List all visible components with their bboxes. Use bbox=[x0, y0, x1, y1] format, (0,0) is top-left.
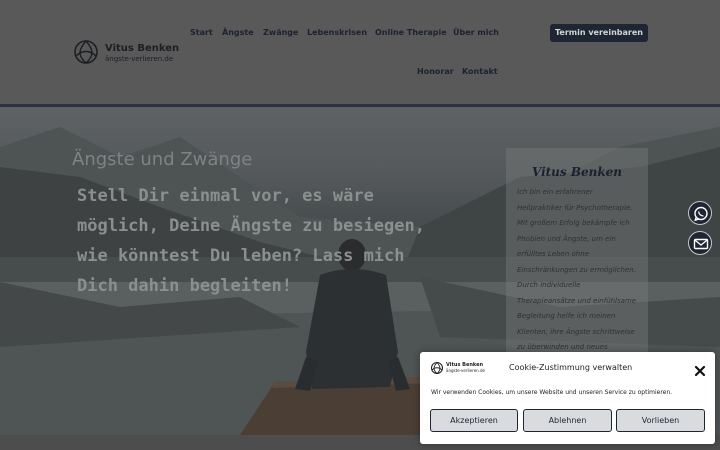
cookie-title: Cookie-Zustimmung verwalten bbox=[509, 363, 633, 372]
whatsapp-button[interactable] bbox=[688, 201, 712, 225]
bio-name: Vitus Benken bbox=[531, 165, 623, 179]
logo-name: Vitus Benken bbox=[105, 43, 180, 54]
bio-text: Ich bin ein erfahrener Heilpraktiker für… bbox=[517, 188, 637, 351]
accept-cookies-button[interactable]: Akzeptieren bbox=[430, 409, 518, 432]
nav-honorar[interactable]: Honorar bbox=[417, 67, 454, 76]
logo-domain: ängste-verlieren.de bbox=[105, 55, 174, 63]
site-header: Vitus Benken ängste-verlieren.de Start Ä… bbox=[0, 0, 720, 104]
close-button[interactable] bbox=[694, 362, 706, 377]
nav-ueber-mich[interactable]: Über mich bbox=[453, 28, 499, 37]
logo-knot-icon bbox=[431, 361, 443, 375]
cookie-consent-banner: Vitus Benken ängste-verlieren.de Cookie-… bbox=[420, 352, 715, 444]
nav-lebenskrisen[interactable]: Lebenskrisen bbox=[307, 28, 367, 37]
cookie-logo-domain: ängste-verlieren.de bbox=[446, 368, 485, 373]
email-button[interactable] bbox=[688, 231, 712, 255]
hero-kicker: Ängste und Zwänge bbox=[72, 149, 253, 170]
whatsapp-icon bbox=[694, 206, 708, 222]
cookie-logo: Vitus Benken ängste-verlieren.de bbox=[430, 361, 485, 375]
nav-aengste[interactable]: Ängste bbox=[222, 28, 254, 37]
nav-kontakt[interactable]: Kontakt bbox=[462, 67, 498, 76]
nav-start[interactable]: Start bbox=[190, 28, 213, 37]
close-icon bbox=[694, 365, 706, 377]
hero-headline: Stell Dir einmal vor, es wäre möglich, D… bbox=[77, 186, 425, 296]
site-logo[interactable]: Vitus Benken ängste-verlieren.de bbox=[72, 38, 182, 68]
envelope-icon bbox=[693, 238, 709, 250]
nav-zwaenge[interactable]: Zwänge bbox=[263, 28, 298, 37]
reject-cookies-button[interactable]: Ablehnen bbox=[523, 409, 612, 432]
appointment-button[interactable]: Termin vereinbaren bbox=[550, 24, 648, 42]
logo-knot-icon bbox=[74, 39, 98, 64]
bio-card: Vitus Benken Ich bin ein erfahrener Heil… bbox=[506, 148, 648, 354]
preferences-button[interactable]: Vorlieben bbox=[616, 409, 705, 432]
cookie-description: Wir verwenden Cookies, um unsere Website… bbox=[431, 389, 673, 396]
nav-online-therapie[interactable]: Online Therapie bbox=[375, 28, 447, 37]
